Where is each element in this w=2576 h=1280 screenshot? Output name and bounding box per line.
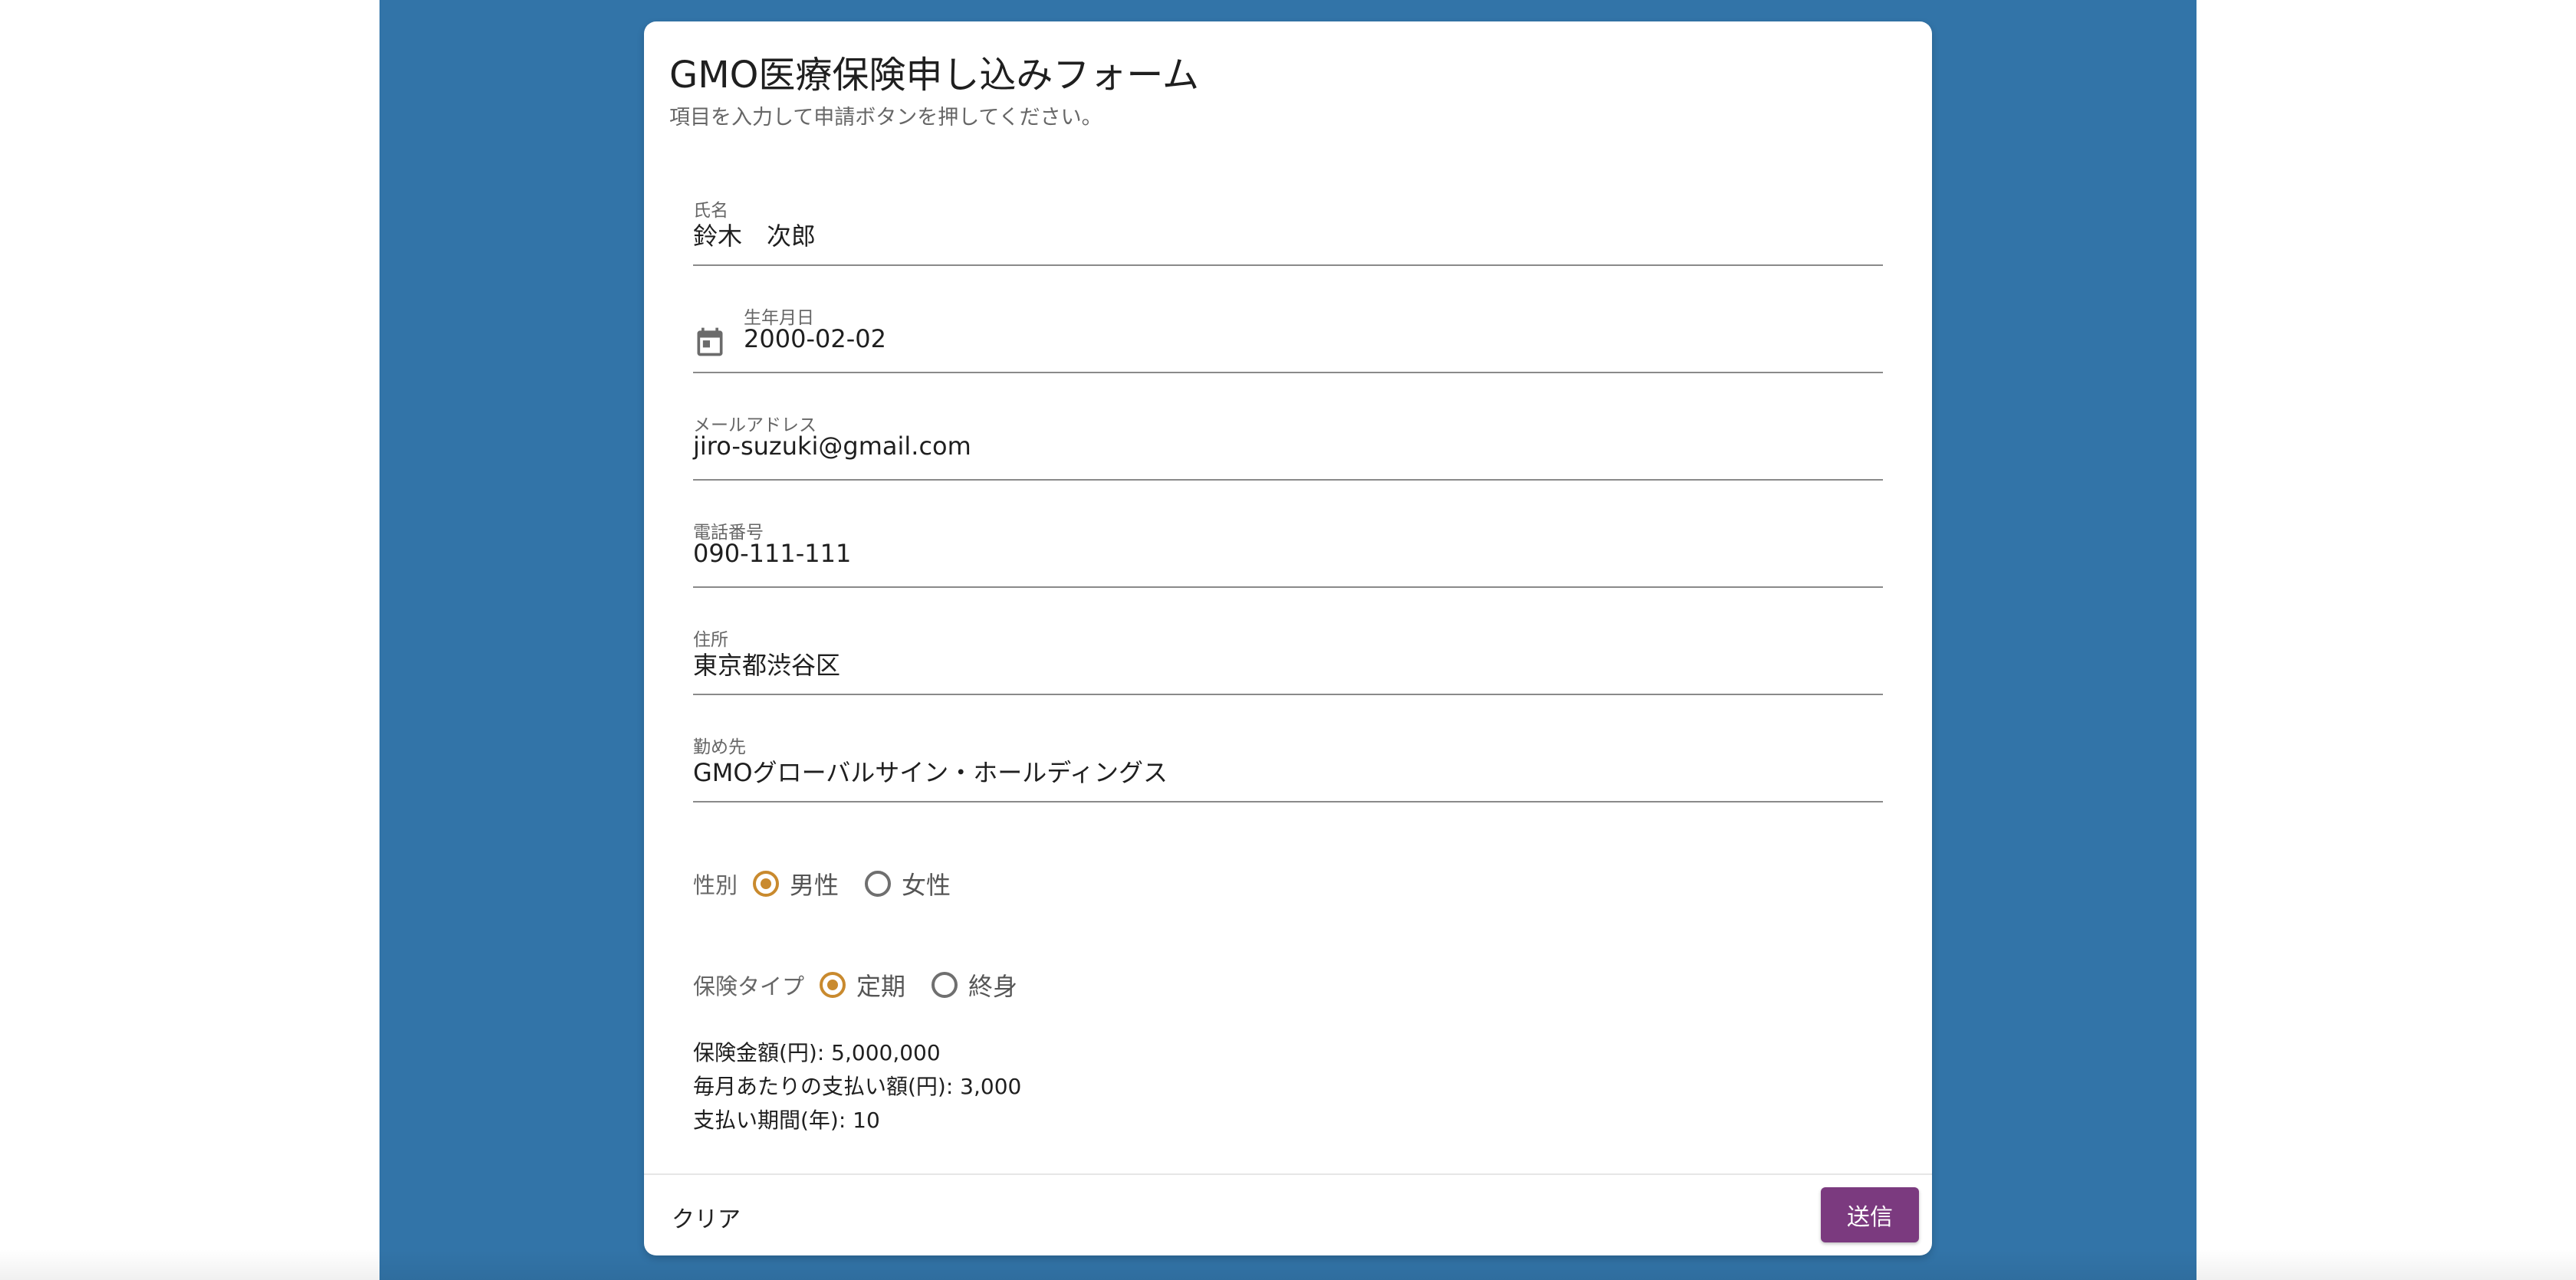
form-subtitle: 項目を入力して申請ボタンを押してください。	[669, 106, 1102, 130]
email-field[interactable]: メールアドレス jiro-suzuki@gmail.com	[693, 410, 1883, 481]
application-form-card: GMO医療保険申し込みフォーム 項目を入力して申請ボタンを押してください。 氏名…	[644, 21, 1932, 1255]
phone-field[interactable]: 電話番号 090-111-111	[693, 517, 1883, 588]
name-input[interactable]: 鈴木 次郎	[693, 217, 816, 252]
email-input[interactable]: jiro-suzuki@gmail.com	[693, 432, 971, 461]
payment-period-text: 支払い期間(年): 10	[693, 1108, 880, 1133]
insurance-type-option-label: 定期	[856, 972, 906, 1001]
insurance-amount-text: 保険金額(円): 5,000,000	[693, 1040, 941, 1065]
employer-input[interactable]: GMOグローバルサイン・ホールディングス	[693, 753, 1168, 789]
insurance-type-option-term[interactable]: 定期	[820, 967, 905, 1003]
address-input[interactable]: 東京都渋谷区	[693, 646, 840, 681]
insurance-type-option-whole-life[interactable]: 終身	[932, 967, 1017, 1003]
insurance-type-option-label: 終身	[968, 972, 1018, 1001]
birthdate-field[interactable]: 生年月日 2000-02-02	[693, 303, 1883, 373]
actions-divider	[644, 1173, 1932, 1175]
gender-option-male[interactable]: 男性	[753, 866, 839, 901]
address-field[interactable]: 住所 東京都渋谷区	[693, 625, 1883, 695]
insurance-type-radio-group: 保険タイプ 定期 終身	[693, 966, 1043, 1004]
monthly-payment-text: 毎月あたりの支払い額(円): 3,000	[693, 1074, 1022, 1099]
radio-unchecked-icon[interactable]	[865, 871, 892, 897]
birthdate-input[interactable]: 2000-02-02	[744, 324, 886, 353]
radio-unchecked-icon[interactable]	[932, 972, 958, 998]
name-field[interactable]: 氏名 鈴木 次郎	[693, 195, 1883, 266]
submit-button[interactable]: 送信	[1821, 1187, 1919, 1242]
insurance-summary: 保険金額(円): 5,000,000 毎月あたりの支払い額(円): 3,000 …	[693, 1036, 1021, 1137]
phone-input[interactable]: 090-111-111	[693, 539, 851, 568]
gender-option-female[interactable]: 女性	[865, 866, 951, 901]
radio-checked-icon[interactable]	[820, 972, 846, 998]
radio-checked-icon[interactable]	[753, 871, 780, 897]
insurance-type-label: 保険タイプ	[693, 973, 805, 999]
calendar-icon[interactable]	[693, 324, 727, 359]
employer-field[interactable]: 勤め先 GMOグローバルサイン・ホールディングス	[693, 732, 1883, 802]
form-title: GMO医療保険申し込みフォーム	[669, 54, 1199, 97]
gender-option-label: 男性	[790, 871, 840, 900]
gender-option-label: 女性	[902, 871, 951, 900]
gender-label: 性別	[693, 872, 738, 898]
clear-button[interactable]: クリア	[661, 1190, 751, 1244]
gender-radio-group: 性別 男性 女性	[693, 865, 977, 903]
